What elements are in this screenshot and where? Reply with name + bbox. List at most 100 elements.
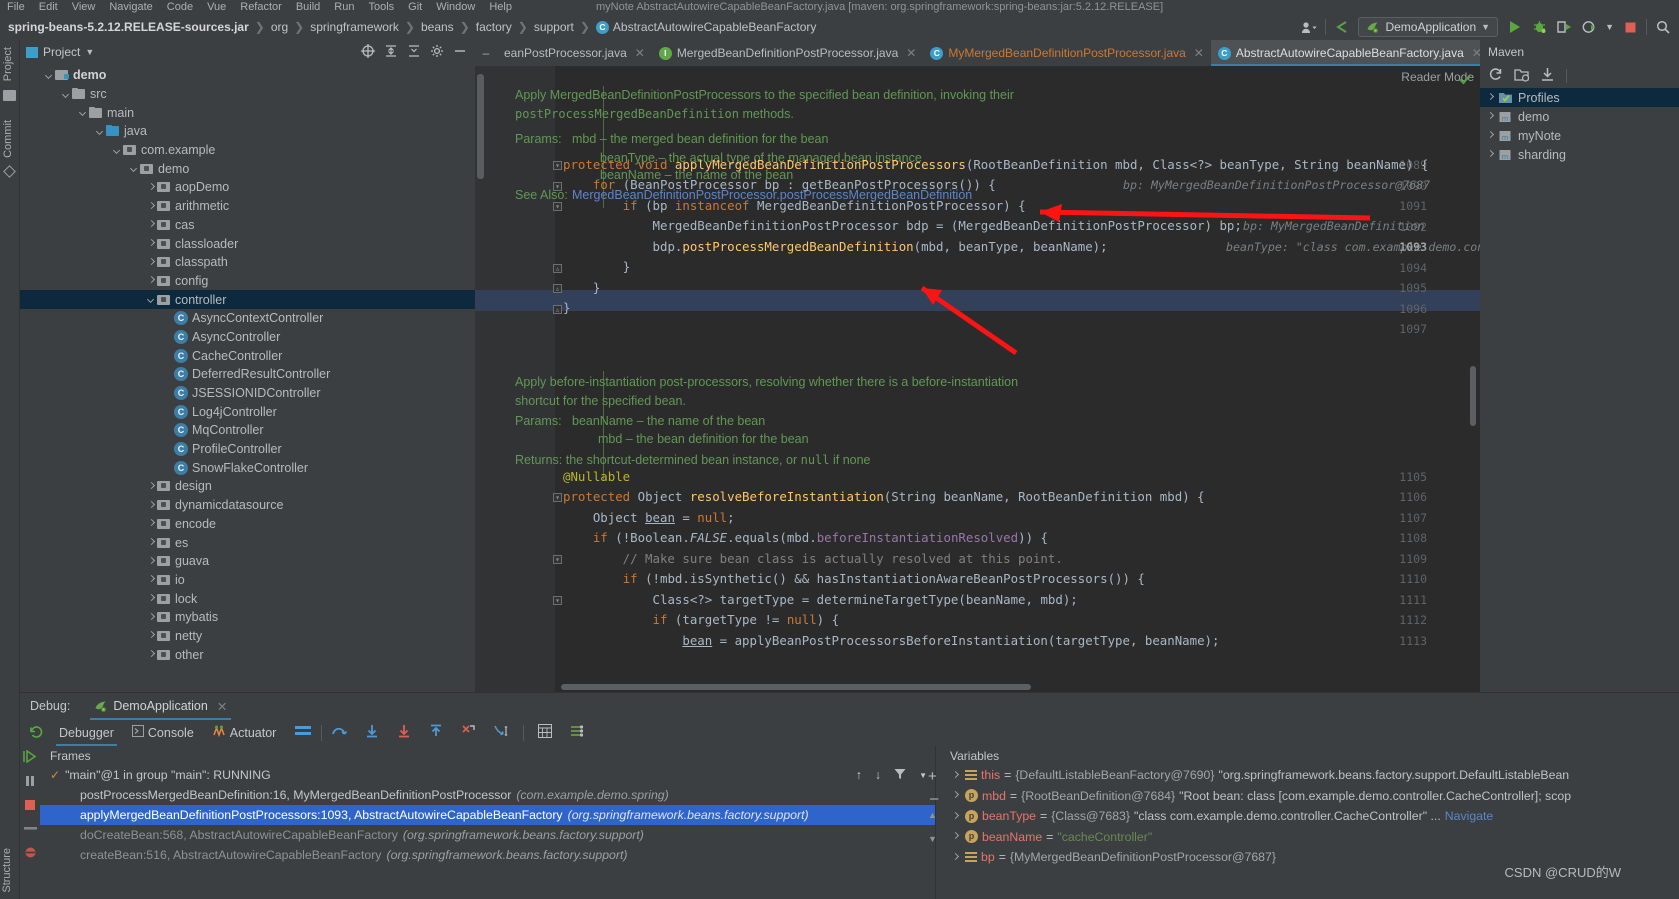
gear-icon[interactable] bbox=[430, 44, 444, 61]
view-breakpoints-icon[interactable] bbox=[23, 823, 37, 837]
hide-editor-icon[interactable]: – bbox=[475, 46, 497, 60]
tab-actuator[interactable]: Actuator bbox=[203, 719, 286, 746]
chevron-right-icon[interactable] bbox=[1485, 111, 1496, 122]
chevron-right-icon[interactable] bbox=[146, 275, 157, 286]
menu-item-file[interactable]: File bbox=[0, 1, 32, 13]
chevron-down-icon[interactable] bbox=[146, 294, 157, 305]
variable-row[interactable]: this = {DefaultListableBeanFactory@7690} "o… bbox=[936, 765, 1679, 786]
editor-tab-mergedbeandefinitionpostprocessor[interactable]: I MergedBeanDefinitionPostProcessor.java… bbox=[652, 40, 924, 66]
code-viewport[interactable]: 1089 1090 1091 1092 1093 1094 1095 1096 … bbox=[475, 66, 1480, 692]
menu-item-tools[interactable]: Tools bbox=[361, 1, 401, 13]
tree-item-src[interactable]: src bbox=[20, 85, 475, 104]
chevron-right-icon[interactable] bbox=[950, 831, 961, 842]
frames-list[interactable]: postProcessMergedBeanDefinition:16, MyMe… bbox=[40, 785, 935, 865]
project-tree[interactable]: demo src main java com.example demo aopDemo ari… bbox=[20, 64, 475, 692]
fold-marker[interactable]: ▾ bbox=[553, 493, 562, 502]
evaluate-icon[interactable] bbox=[529, 724, 561, 741]
maven-item-mynote[interactable]: m myNote bbox=[1480, 126, 1679, 145]
chevron-right-icon[interactable] bbox=[950, 811, 961, 822]
tree-item-java[interactable]: java bbox=[20, 122, 475, 141]
fold-marker[interactable]: ▵ bbox=[553, 305, 562, 314]
tree-item-encode[interactable]: encode bbox=[20, 515, 475, 534]
tree-item-classpath[interactable]: classpath bbox=[20, 253, 475, 272]
chevron-right-icon[interactable] bbox=[146, 257, 157, 268]
profile-icon[interactable] bbox=[1580, 18, 1598, 36]
remove-watch-icon[interactable]: – bbox=[930, 790, 938, 807]
chevron-down-icon[interactable] bbox=[129, 163, 140, 174]
tree-item-guava[interactable]: guava bbox=[20, 552, 475, 571]
resume-program-icon[interactable] bbox=[23, 749, 37, 766]
breadcrumb-item-springframework[interactable]: springframework bbox=[310, 20, 399, 34]
maven-item-profiles[interactable]: Profiles bbox=[1480, 88, 1679, 107]
tree-item-classloader[interactable]: classloader bbox=[20, 234, 475, 253]
rerun-icon[interactable] bbox=[22, 725, 50, 740]
tree-item-dynamicdatasource[interactable]: dynamicdatasource bbox=[20, 496, 475, 515]
tree-item-snowflakecontroller[interactable]: C SnowFlakeController bbox=[20, 458, 475, 477]
tree-item-cachecontroller[interactable]: C CacheController bbox=[20, 346, 475, 365]
tree-item-demo[interactable]: demo bbox=[20, 159, 475, 178]
download-icon[interactable] bbox=[1540, 67, 1555, 85]
menu-item-vue[interactable]: Vue bbox=[200, 1, 233, 13]
tree-item-profilecontroller[interactable]: C ProfileController bbox=[20, 440, 475, 459]
sidebar-tab-structure[interactable]: Structure bbox=[1, 848, 13, 893]
target-icon[interactable] bbox=[361, 43, 375, 61]
tree-item-aopdemo[interactable]: aopDemo bbox=[20, 178, 475, 197]
breadcrumb-item-org[interactable]: org bbox=[271, 20, 288, 34]
menu-item-build[interactable]: Build bbox=[289, 1, 327, 13]
variables-list[interactable]: this = {DefaultListableBeanFactory@7690} "o… bbox=[936, 765, 1679, 868]
chevron-right-icon[interactable] bbox=[1485, 149, 1496, 160]
user-icon[interactable] bbox=[1300, 18, 1318, 36]
maven-item-demo[interactable]: m demo bbox=[1480, 107, 1679, 126]
chevron-right-icon[interactable] bbox=[146, 238, 157, 249]
tab-console[interactable]: Console bbox=[123, 719, 203, 746]
chevron-down-icon[interactable] bbox=[95, 126, 106, 137]
frame-row[interactable]: doCreateBean:568, AbstractAutowireCapabl… bbox=[40, 825, 935, 845]
tree-item-main[interactable]: main bbox=[20, 103, 475, 122]
chevron-right-icon[interactable] bbox=[146, 481, 157, 492]
menu-item-code[interactable]: Code bbox=[160, 1, 200, 13]
chevron-right-icon[interactable] bbox=[1485, 92, 1496, 103]
stop-icon[interactable] bbox=[1621, 18, 1639, 36]
chevron-down-icon[interactable] bbox=[78, 107, 89, 118]
step-over-icon[interactable] bbox=[322, 724, 356, 741]
tree-item-mybatis[interactable]: mybatis bbox=[20, 608, 475, 627]
breadcrumb-item-beans[interactable]: beans bbox=[421, 20, 454, 34]
tree-item-demo[interactable]: demo bbox=[20, 66, 475, 85]
down-arrow-icon[interactable]: ↓ bbox=[875, 768, 881, 782]
hide-panel-icon[interactable] bbox=[453, 44, 467, 61]
tree-item-other[interactable]: other bbox=[20, 645, 475, 664]
editor-horizontal-scrollbar[interactable] bbox=[561, 684, 1031, 690]
chevron-down-icon[interactable]: ▼ bbox=[85, 47, 94, 57]
tree-item-deferredresultcontroller[interactable]: C DeferredResultController bbox=[20, 365, 475, 384]
maven-tree[interactable]: Profiles m demo m myNote m sharding bbox=[1480, 88, 1679, 164]
tree-item-netty[interactable]: netty bbox=[20, 627, 475, 646]
debug-session-tab[interactable]: DemoApplication ✕ bbox=[90, 693, 232, 720]
editor-tab-abstractautowirecapablebeanfactory[interactable]: C AbstractAutowireCapableBeanFactory.jav… bbox=[1210, 40, 1480, 66]
tree-item-arithmetic[interactable]: arithmetic bbox=[20, 197, 475, 216]
editor-scrollbar-marker[interactable] bbox=[477, 74, 484, 179]
tree-item-com-example[interactable]: com.example bbox=[20, 141, 475, 160]
chevron-right-icon[interactable] bbox=[1485, 130, 1496, 141]
menu-item-run[interactable]: Run bbox=[327, 1, 361, 13]
menu-item-refactor[interactable]: Refactor bbox=[233, 1, 289, 13]
editor-tab-mymergedbeandefinitionpostprocessor[interactable]: C MyMergedBeanDefinitionPostProcessor.ja… bbox=[923, 40, 1211, 66]
chevron-right-icon[interactable] bbox=[950, 852, 961, 863]
tree-item-lock[interactable]: lock bbox=[20, 589, 475, 608]
filter-icon[interactable] bbox=[894, 768, 906, 783]
frame-row[interactable]: postProcessMergedBeanDefinition:16, MyMe… bbox=[40, 785, 935, 805]
run-to-cursor-icon[interactable] bbox=[485, 724, 518, 741]
code-text-2[interactable]: @Nullable protected Object resolveBefore… bbox=[563, 66, 1480, 692]
tree-item-design[interactable]: design bbox=[20, 477, 475, 496]
up-arrow-icon[interactable]: ↑ bbox=[856, 768, 862, 782]
tree-item-asynccontextcontroller[interactable]: C AsyncContextController bbox=[20, 309, 475, 328]
add-folder-icon[interactable] bbox=[1514, 67, 1530, 85]
breadcrumb-item-support[interactable]: support bbox=[534, 20, 574, 34]
close-icon[interactable]: ✕ bbox=[217, 699, 227, 714]
search-everywhere-icon[interactable] bbox=[1654, 18, 1672, 36]
editor-vertical-scrollbar[interactable] bbox=[1470, 366, 1476, 426]
expand-all-icon[interactable] bbox=[384, 44, 398, 61]
breadcrumb-item-factory[interactable]: factory bbox=[476, 20, 512, 34]
run-icon[interactable] bbox=[1505, 18, 1523, 36]
sidebar-tab-commit[interactable]: Commit bbox=[0, 115, 16, 163]
sidebar-tab-project[interactable]: Project bbox=[0, 42, 16, 86]
